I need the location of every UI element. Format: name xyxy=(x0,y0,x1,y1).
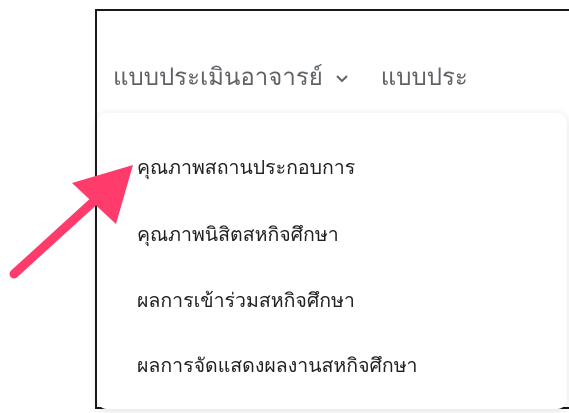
menu-item-workplace-quality[interactable]: คุณภาพสถานประกอบการ xyxy=(137,152,355,183)
nav-item-evaluate-instructor[interactable]: แบบประเมินอาจารย์ xyxy=(113,57,381,96)
nav-item-label: แบบประ xyxy=(380,62,468,91)
top-navigation: แบบประเมินอาจารย์ แบบประ xyxy=(113,56,468,96)
nav-item-label: แบบประเมินอาจารย์ xyxy=(113,62,323,91)
menu-item-participation-results[interactable]: ผลการเข้าร่วมสหกิจศึกษา xyxy=(137,285,355,316)
nav-item-evaluate-truncated[interactable]: แบบประ xyxy=(381,57,468,96)
menu-item-student-quality[interactable]: คุณภาพนิสิตสหกิจศึกษา xyxy=(137,219,339,250)
chevron-down-icon xyxy=(335,62,349,90)
dropdown-menu: คุณภาพสถานประกอบการ คุณภาพนิสิตสหกิจศึกษ… xyxy=(97,113,567,409)
menu-item-exhibition-results[interactable]: ผลการจัดแสดงผลงานสหกิจศึกษา xyxy=(137,350,418,381)
